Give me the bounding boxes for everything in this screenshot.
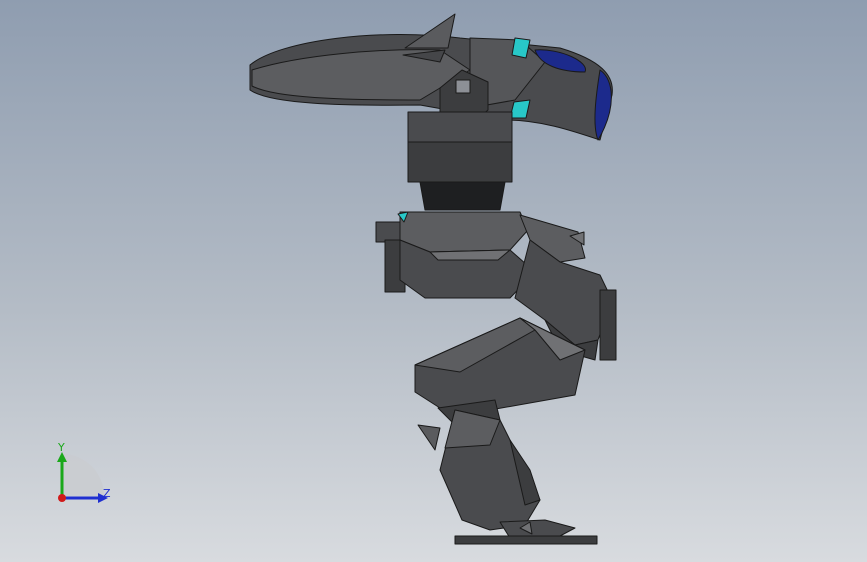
triad-plane [62,454,104,496]
z-axis-label: Z [103,487,111,500]
arm-plate [599,289,617,361]
robot-shin[interactable] [417,399,541,531]
y-axis-label: Y [57,441,65,454]
cad-viewport[interactable]: Y Z [0,0,867,562]
robot-torso[interactable] [375,211,536,299]
neck-bolt [455,79,471,94]
robot-3d-model[interactable] [0,0,867,562]
robot-neck[interactable] [407,111,513,211]
orientation-triad[interactable]: Y Z [48,440,118,510]
x-axis-dot-icon [58,494,66,502]
